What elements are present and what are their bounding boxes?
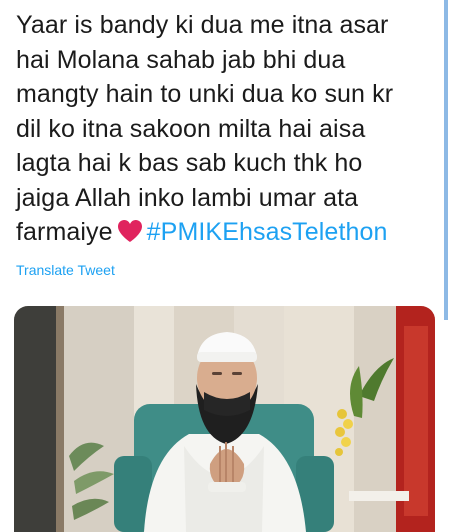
translate-tweet-link[interactable]: Translate Tweet <box>16 262 115 278</box>
tweet-text-line: mangty hain to unki dua ko sun kr <box>16 80 394 108</box>
tweet-text-line: hai Molana sahab jab bhi dua <box>16 45 346 74</box>
video-thumbnail[interactable] <box>14 306 435 532</box>
scrollbar[interactable] <box>444 0 448 320</box>
tweet-text-line: Yaar is bandy ki dua me itna asar <box>16 11 389 39</box>
tweet-text-line: lagta hai k bas sab kuch thk ho <box>16 149 363 177</box>
tweet-text-line: jaiga Allah inko lambi umar ata <box>16 183 359 212</box>
tweet-text: Yaar is bandy ki dua me itna asar hai Mo… <box>16 8 440 253</box>
tweet: Yaar is bandy ki dua me itna asar hai Mo… <box>0 0 450 532</box>
tweet-text-line: farmaiye <box>16 218 113 246</box>
hashtag-link[interactable]: #PMIKEhsasTelethon <box>147 218 388 246</box>
red-heart-emoji-icon <box>117 218 143 253</box>
tweet-text-line: dil ko itna sakoon milta hai aisa <box>16 114 366 143</box>
video-frame <box>14 306 435 532</box>
tweet-text-last-line: farmaiye #PMIKEhsasTelethon <box>16 215 440 253</box>
